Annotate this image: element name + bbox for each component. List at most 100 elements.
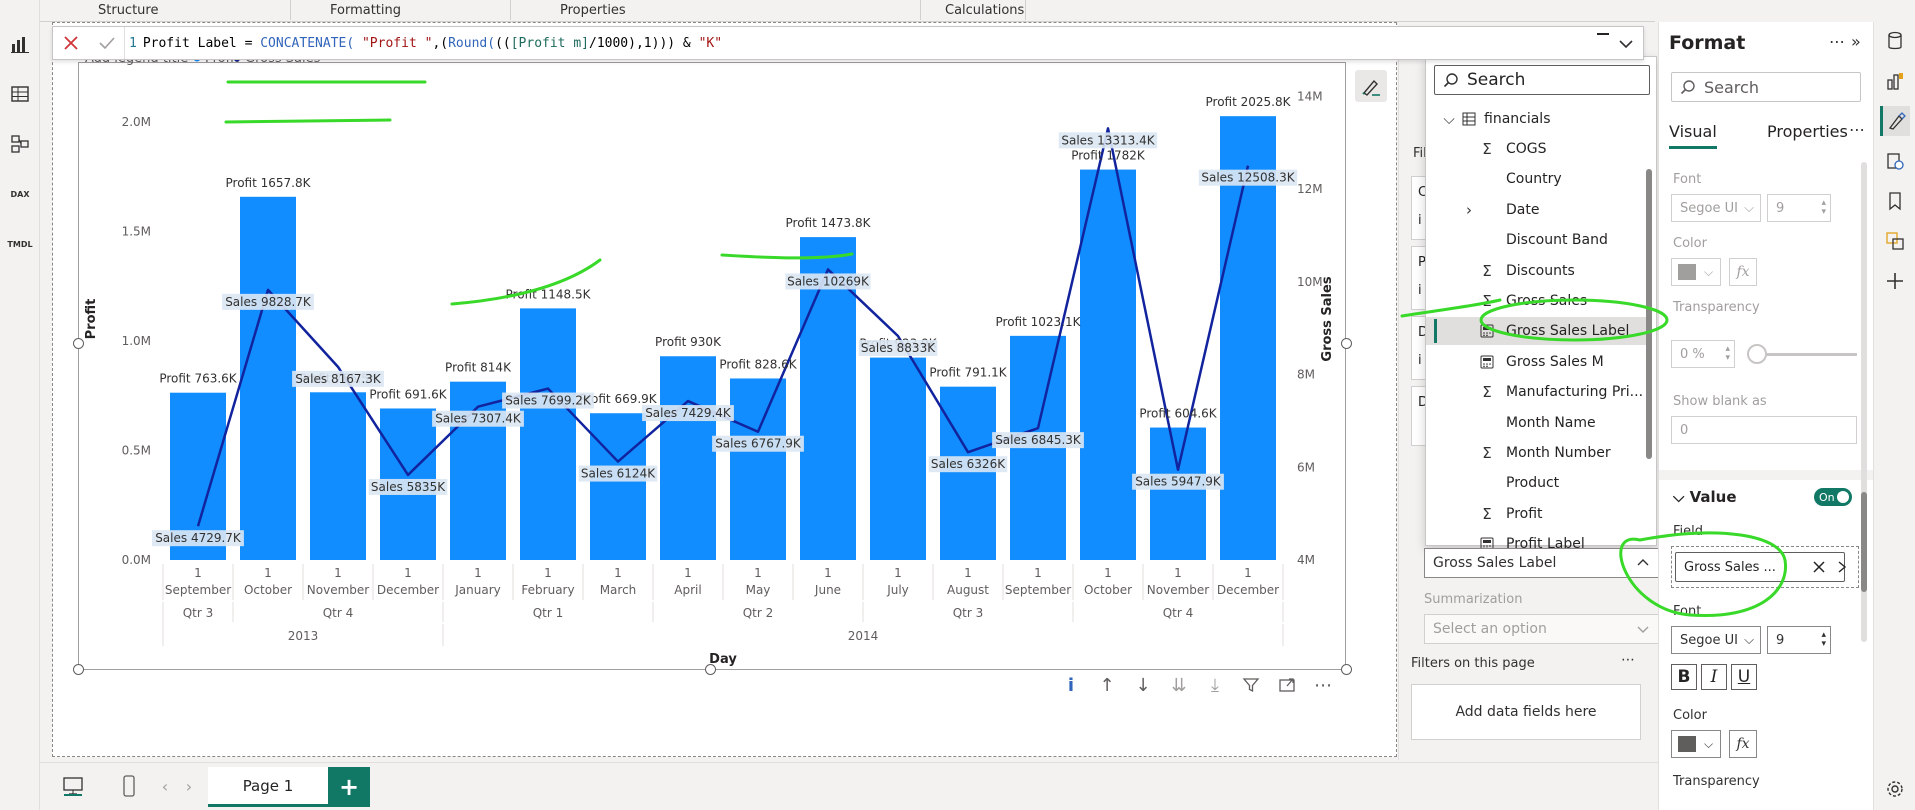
stepper-arrows-icon: ▴ ▾ [1725,344,1730,363]
resize-handle-bottom[interactable] [705,664,716,675]
ribbon-tab-formatting[interactable]: Formatting [330,3,401,18]
add-pane-icon[interactable] [1880,266,1910,296]
arrow-up-icon[interactable]: ↑ [1096,674,1118,696]
tab-properties[interactable]: Properties [1767,122,1848,141]
color-picker[interactable]: ⌵ [1671,258,1721,286]
value-on-toggle[interactable]: On [1814,488,1852,506]
transparency-slider-thumb[interactable] [1747,344,1767,364]
field-item-month-name[interactable]: Month Name [1426,409,1646,437]
color-picker[interactable]: ⌵ [1671,730,1721,758]
chevron-right-icon[interactable] [1836,559,1848,575]
chevron-down-icon: ⌵ [1443,110,1455,128]
field-item-cogs[interactable]: Σ COGS [1426,135,1646,163]
value-field-select[interactable]: Gross Sales Label [1424,548,1660,578]
field-item-country[interactable]: Country [1426,165,1646,193]
field-item-date[interactable]: › Date [1426,196,1646,224]
collapse-pane-icon[interactable]: » [1851,32,1861,51]
bold-button[interactable]: B [1671,664,1697,690]
model-view-icon[interactable] [4,128,36,160]
field-list-scrollbar[interactable] [1646,169,1652,459]
performance-analyzer-icon[interactable] [1880,146,1910,176]
field-item-product[interactable]: Product [1426,469,1646,497]
info-icon[interactable]: i [1060,674,1082,696]
more-options-icon[interactable]: ⋯ [1829,32,1845,51]
font-size-value: 9 [1776,200,1785,216]
focus-mode-icon[interactable] [1276,674,1298,696]
tmdl-view-icon[interactable]: TMDL [4,228,36,260]
expand-formula-chevron-icon[interactable] [1617,35,1635,53]
filters-more-icon[interactable]: ⋯ [1621,652,1635,668]
report-view-icon[interactable] [4,28,36,60]
bar-profit [590,413,646,560]
transparency-input[interactable]: 0 % ▴ ▾ [1671,340,1735,368]
settings-gear-icon[interactable] [1880,774,1910,804]
bookmarks-icon[interactable] [1880,186,1910,216]
resize-handle-right[interactable] [1341,338,1352,349]
format-pane-scroll-thumb[interactable] [1861,492,1867,592]
conditional-format-fx-button[interactable]: fx [1729,730,1757,758]
formula-editor[interactable]: 1 Profit Label = CONCATENATE( "Profit ",(… [129,36,722,51]
value-section-header[interactable]: ⌵ Value [1673,488,1737,506]
field-item-month-number[interactable]: Σ Month Number [1426,439,1646,467]
format-pane: Format ⋯ » Search Visual Properties ⋯ Fo… [1658,22,1874,810]
ribbon-tab-calculations[interactable]: Calculations [945,3,1024,18]
expand-hierarchy-icon[interactable]: ⤓ [1204,674,1226,696]
font-size-stepper[interactable]: 9 ▴ ▾ [1767,194,1831,222]
x-tick-year: 2014 [848,629,879,643]
tab-visual[interactable]: Visual [1669,122,1717,141]
field-pill[interactable]: Gross Sales ... [1675,552,1848,582]
formula-token: [Profit m] [510,35,589,51]
desktop-layout-icon[interactable] [60,773,86,799]
field-item-gross-sales[interactable]: Σ Gross Sales [1426,287,1646,315]
ribbon-tab-properties[interactable]: Properties [560,3,626,18]
cancel-formula-button[interactable] [53,27,89,59]
resize-handle-bottom-left[interactable] [73,664,84,675]
font-family-select[interactable]: Segoe UI ⌵ [1671,194,1761,222]
resize-handle-bottom-right[interactable] [1341,664,1352,675]
summarization-select[interactable]: Select an option [1424,614,1660,644]
field-search-input[interactable]: Search [1434,65,1650,95]
double-arrow-down-icon[interactable]: ⇊ [1168,674,1190,696]
ribbon-tab-structure[interactable]: Structure [98,3,158,18]
combo-chart-visual[interactable]: Add legend titleProfitGross Sales0.0M0.5… [78,51,1346,670]
field-item-discounts[interactable]: Σ Discounts [1426,257,1646,285]
conditional-format-fx-button[interactable]: fx [1729,258,1757,286]
transparency-slider-track[interactable] [1755,353,1857,356]
selection-pane-icon[interactable] [1880,226,1910,256]
field-item-label: Product [1506,475,1560,492]
data-pane-icon[interactable] [1880,26,1910,56]
format-visual-icon[interactable] [1355,70,1387,102]
font-family-select[interactable]: Segoe UI ⌵ [1671,626,1761,654]
format-search-input[interactable]: Search [1671,72,1861,102]
more-options-icon[interactable]: ⋯ [1312,674,1334,696]
resize-handle-left[interactable] [73,338,84,349]
field-item-manufacturing-pri[interactable]: Σ Manufacturing Pri... [1426,378,1646,406]
formula-token: ,( [432,35,449,51]
view-switcher-rail: DAX TMDL [0,0,40,810]
mobile-layout-icon[interactable] [116,773,142,799]
add-page-button[interactable]: + [328,767,370,807]
filter-icon[interactable] [1240,674,1262,696]
field-item-gross-sales-m[interactable]: Gross Sales M [1426,348,1646,376]
chevron-right-icon[interactable]: › [1460,201,1478,219]
field-table-financials[interactable]: ⌵ financials [1426,105,1646,133]
field-item-gross-sales-label[interactable]: Gross Sales Label [1426,317,1646,346]
italic-button[interactable]: I [1701,664,1727,690]
add-data-fields-drop-zone[interactable]: Add data fields here [1411,684,1641,740]
commit-formula-button[interactable] [89,27,125,59]
format-visual-pane-icon[interactable] [1880,106,1910,136]
arrow-down-icon[interactable]: ↓ [1132,674,1154,696]
tab-more-icon[interactable]: ⋯ [1849,120,1865,139]
scroll-pages-right-icon[interactable]: › [176,773,202,799]
table-view-icon[interactable] [4,78,36,110]
field-item-profit[interactable]: Σ Profit [1426,500,1646,528]
font-size-stepper[interactable]: 9 ▴ ▾ [1767,626,1831,654]
underline-button[interactable]: U [1731,664,1757,690]
remove-field-icon[interactable] [1810,558,1828,576]
scroll-pages-left-icon[interactable]: ‹ [152,773,178,799]
page-tab-page-1[interactable]: Page 1 [208,767,328,807]
field-item-discount-band[interactable]: Discount Band [1426,226,1646,254]
show-blank-input[interactable]: 0 [1671,416,1857,444]
dax-query-view-icon[interactable]: DAX [4,178,36,210]
build-visual-icon[interactable] [1880,66,1910,96]
